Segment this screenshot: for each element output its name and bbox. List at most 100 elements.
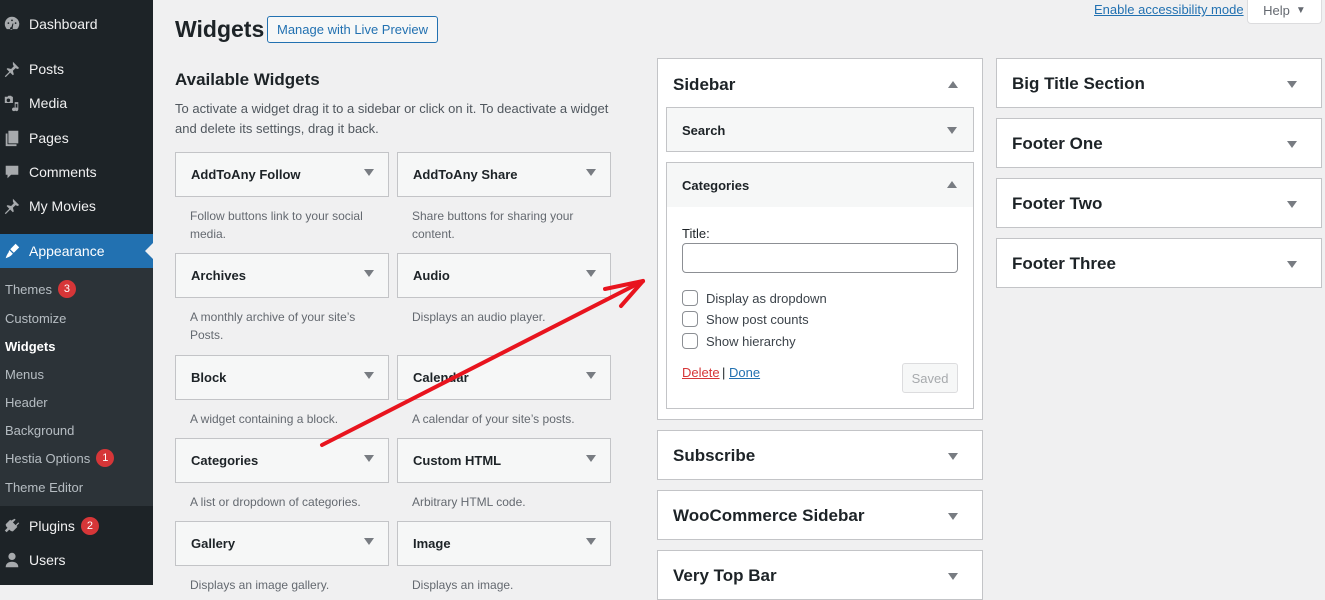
caret-down-icon: ▼ <box>1295 5 1306 16</box>
expand-arrow-icon[interactable] <box>1287 261 1297 268</box>
available-widget[interactable]: Calendar <box>397 355 611 400</box>
available-widgets-heading: Available Widgets <box>175 70 320 89</box>
available-widget[interactable]: Custom HTML <box>397 438 611 483</box>
menu-item-my-movies[interactable]: My Movies <box>0 189 153 223</box>
widget-title: Categories <box>191 453 259 468</box>
expand-arrow-icon[interactable] <box>1287 141 1297 148</box>
widget-area-big-title-section[interactable]: Big Title Section <box>996 58 1322 108</box>
widget-description: Share buttons for sharing your content. <box>412 209 574 241</box>
expand-arrow-icon[interactable] <box>948 513 958 520</box>
widget-area-very-top-bar[interactable]: Very Top Bar <box>657 550 983 600</box>
manage-with-live-preview-button[interactable]: Manage with Live Preview <box>267 16 439 43</box>
menu-item-appearance[interactable]: Appearance <box>0 234 153 268</box>
expand-arrow-icon[interactable] <box>1287 81 1297 88</box>
menu-item-dashboard[interactable]: Dashboard <box>0 7 153 41</box>
media-icon <box>2 93 22 113</box>
expand-arrow-icon[interactable] <box>364 169 374 176</box>
expand-arrow-icon[interactable] <box>1287 201 1297 208</box>
help-label: Help <box>1263 3 1290 18</box>
submenu-item-header[interactable]: Header <box>5 392 48 412</box>
expand-arrow-icon[interactable] <box>586 270 596 277</box>
widget-title[interactable]: Categories <box>682 178 749 193</box>
show-post-counts-checkbox[interactable]: Show post counts <box>682 311 809 327</box>
widget-area-title: Very Top Bar <box>673 566 777 585</box>
submenu-item-customize[interactable]: Customize <box>5 308 66 328</box>
widget-area-subscribe[interactable]: Subscribe <box>657 430 983 480</box>
available-widgets-description: To activate a widget drag it to a sideba… <box>175 101 609 136</box>
menu-item-posts[interactable]: Posts <box>0 52 153 86</box>
menu-item-media[interactable]: Media <box>0 86 153 120</box>
plugin-icon <box>2 516 22 536</box>
widget-title: Audio <box>413 268 450 283</box>
expand-arrow-icon[interactable] <box>364 455 374 462</box>
widget-area-footer-two[interactable]: Footer Two <box>996 178 1322 228</box>
widget-area-footer-one[interactable]: Footer One <box>996 118 1322 168</box>
expand-arrow-icon[interactable] <box>947 127 957 134</box>
update-count-badge: 2 <box>80 517 99 535</box>
menu-item-comments[interactable]: Comments <box>0 155 153 189</box>
submenu-item-widgets[interactable]: Widgets <box>5 336 55 356</box>
checkbox-label: Show hierarchy <box>706 333 796 349</box>
available-widget[interactable]: AddToAny Follow <box>175 152 389 197</box>
menu-item-plugins[interactable]: Plugins 2 <box>0 509 153 543</box>
submenu-item-hestia-options[interactable]: Hestia Options 1 <box>5 448 115 468</box>
available-widget[interactable]: Block <box>175 355 389 400</box>
expand-arrow-icon[interactable] <box>586 538 596 545</box>
widget-title: Search <box>682 123 726 138</box>
menu-item-users[interactable]: Users <box>0 543 153 577</box>
show-hierarchy-checkbox[interactable]: Show hierarchy <box>682 333 796 349</box>
expand-arrow-icon[interactable] <box>586 455 596 462</box>
available-widget[interactable]: Image <box>397 521 611 566</box>
collapse-arrow-icon[interactable] <box>947 181 957 188</box>
expand-arrow-icon[interactable] <box>586 372 596 379</box>
update-count-badge: 3 <box>57 280 76 298</box>
checkbox[interactable] <box>682 333 698 349</box>
available-widget[interactable]: AddToAny Share <box>397 152 611 197</box>
widget-description: Displays an image. <box>412 578 514 592</box>
widget-area-title[interactable]: Sidebar <box>673 75 735 95</box>
widget-description: A widget containing a block. <box>190 412 339 426</box>
widget-area-footer-three[interactable]: Footer Three <box>996 238 1322 288</box>
expand-arrow-icon[interactable] <box>364 372 374 379</box>
widget-area-woocommerce-sidebar[interactable]: WooCommerce Sidebar <box>657 490 983 540</box>
expand-arrow-icon[interactable] <box>586 169 596 176</box>
widget-title: Archives <box>191 268 246 283</box>
done-link[interactable]: Done <box>729 365 760 380</box>
checkbox[interactable] <box>682 290 698 306</box>
sidebar-widget-search[interactable]: Search <box>666 107 974 152</box>
link-separator: | <box>722 365 726 380</box>
expand-arrow-icon[interactable] <box>364 270 374 277</box>
available-widget[interactable]: Audio <box>397 253 611 298</box>
menu-label: Plugins <box>29 518 75 534</box>
checkbox[interactable] <box>682 311 698 327</box>
submenu-label: Menus <box>5 366 45 382</box>
expand-arrow-icon[interactable] <box>364 538 374 545</box>
available-widget[interactable]: Categories <box>175 438 389 483</box>
submenu-item-menus[interactable]: Menus <box>5 364 44 384</box>
submenu-item-theme-editor[interactable]: Theme Editor <box>5 477 83 497</box>
menu-label: My Movies <box>29 198 96 214</box>
submenu-item-background[interactable]: Background <box>5 420 74 440</box>
delete-widget-link[interactable]: Delete <box>682 365 720 380</box>
checkbox-label: Show post counts <box>706 311 809 327</box>
collapse-arrow-icon[interactable] <box>948 81 958 88</box>
available-widget[interactable]: Archives <box>175 253 389 298</box>
saved-button[interactable]: Saved <box>902 363 958 393</box>
submenu-item-themes[interactable]: Themes 3 <box>5 279 76 299</box>
widget-description: A monthly archive of your site’s Posts. <box>190 310 356 342</box>
title-input[interactable] <box>682 243 958 273</box>
expand-arrow-icon[interactable] <box>948 573 958 580</box>
expand-arrow-icon[interactable] <box>948 453 958 460</box>
widget-area-title: Big Title Section <box>1012 74 1145 93</box>
paintbrush-icon <box>2 241 22 261</box>
help-button[interactable]: Help ▼ <box>1247 0 1322 24</box>
enable-accessibility-mode-link[interactable]: Enable accessibility mode <box>1094 2 1244 17</box>
available-widget[interactable]: Gallery <box>175 521 389 566</box>
menu-item-pages[interactable]: Pages <box>0 121 153 155</box>
submenu-label: Header <box>5 394 48 410</box>
display-as-dropdown-checkbox[interactable]: Display as dropdown <box>682 290 827 306</box>
widget-area-title: Subscribe <box>673 446 756 465</box>
page-title: Widgets <box>175 16 265 42</box>
widget-description: Follow buttons link to your social media… <box>190 209 363 241</box>
widget-area-title: Footer Three <box>1012 254 1116 273</box>
